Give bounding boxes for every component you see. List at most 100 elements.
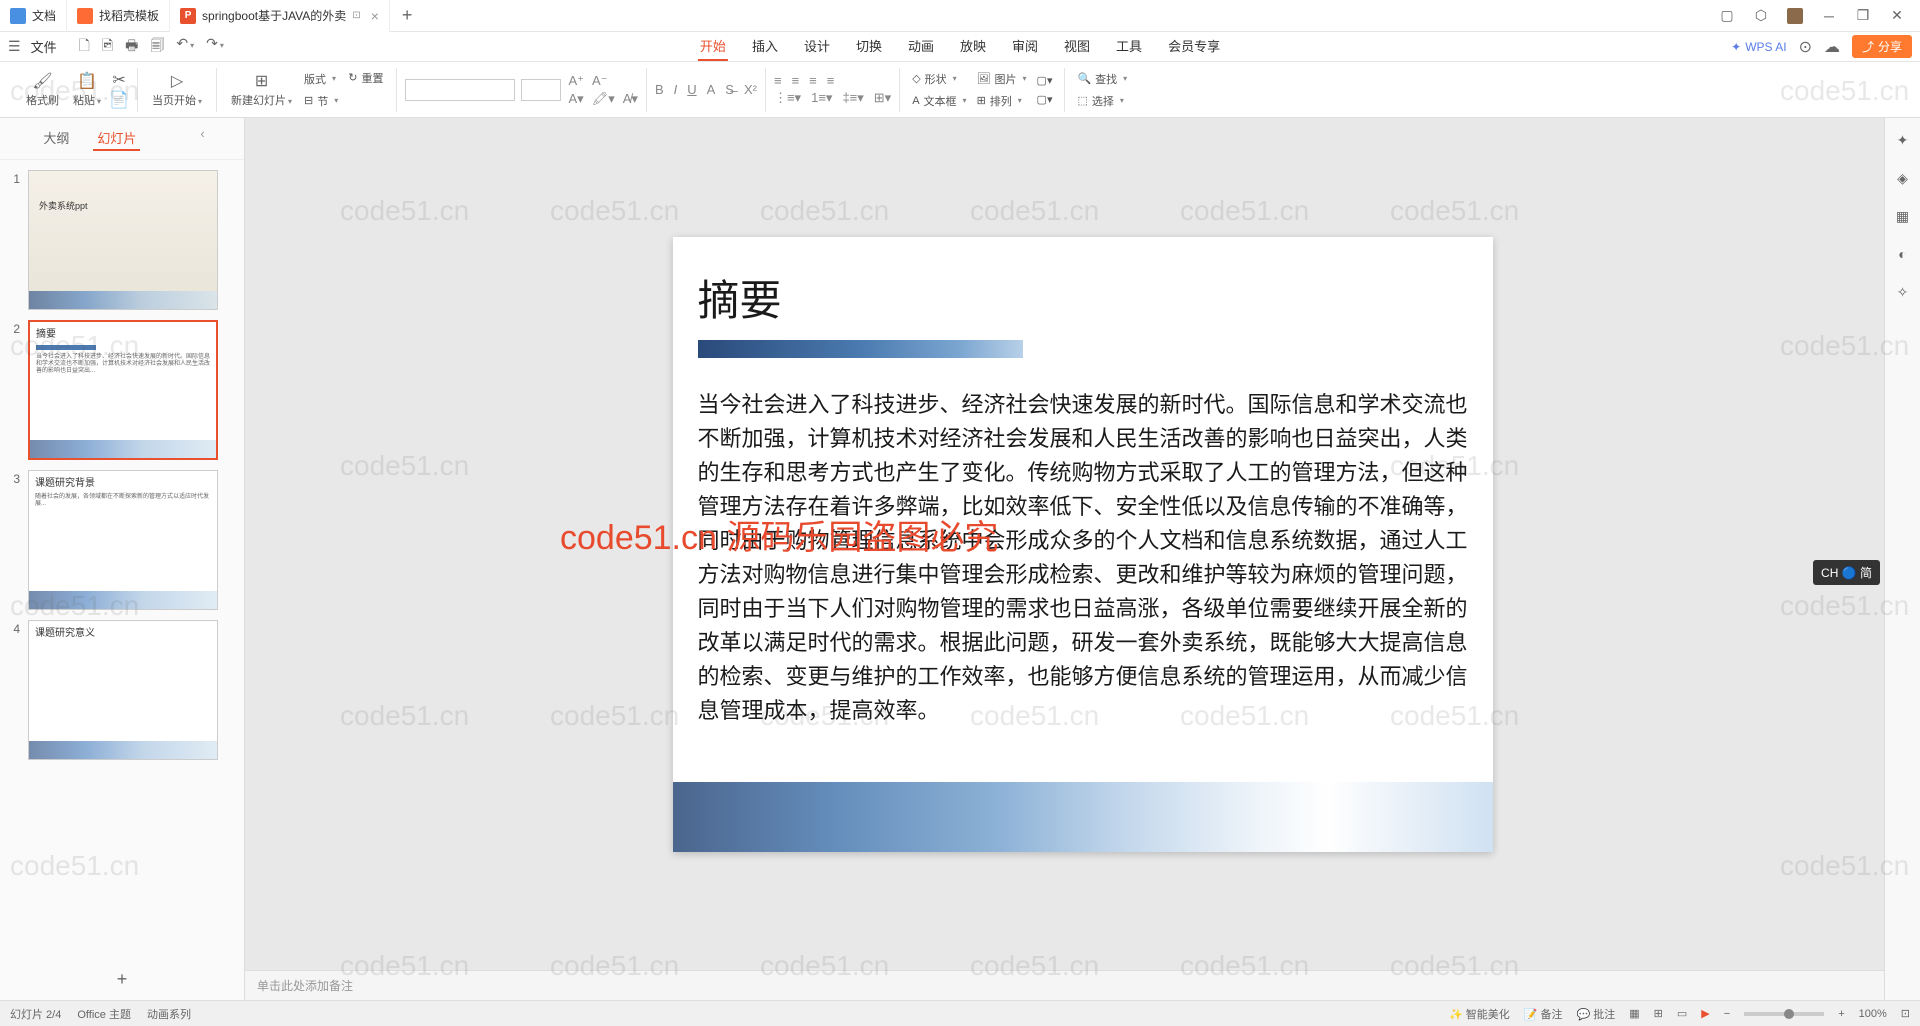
sidebar-tab-outline[interactable]: 大纲 xyxy=(39,126,73,151)
preview-icon[interactable]: 🗐 xyxy=(150,35,164,59)
ribbon-tools[interactable]: 工具 xyxy=(1114,32,1144,61)
tab-template[interactable]: 找稻壳模板 xyxy=(67,0,170,32)
slide-thumb-1[interactable]: 外卖系统ppt xyxy=(28,170,218,310)
tab-doc[interactable]: 文档 xyxy=(0,0,67,32)
new-slide-button[interactable]: ⊞ 新建幻灯片▾ xyxy=(225,70,298,110)
slide-thumb-3[interactable]: 课题研究背景 随着社会的发展，各领域都在不断探索新的管理方式以适应时代发展... xyxy=(28,470,218,610)
slide-canvas[interactable]: 摘要 当今社会进入了科技进步、经济社会快速发展的新时代。国际信息和学术交流也不断… xyxy=(245,118,1920,970)
ime-indicator[interactable]: CH 🔵 简 xyxy=(1813,560,1880,585)
outline-button[interactable]: ▢▾ xyxy=(1033,91,1057,108)
collapse-sidebar-icon[interactable]: ‹ xyxy=(200,126,204,151)
cube-icon[interactable]: ⬡ xyxy=(1753,8,1769,24)
sidebar-tab-slides[interactable]: 幻灯片 xyxy=(93,126,140,151)
share-button[interactable]: ⤴ 分享 xyxy=(1852,35,1912,58)
redo-icon[interactable]: ↷▾ xyxy=(206,35,224,59)
clear-format-icon[interactable]: A̸▾ xyxy=(623,91,638,107)
panel-design-icon[interactable]: ◈ xyxy=(1891,166,1915,190)
increase-font-icon[interactable]: A⁺ xyxy=(569,73,585,89)
align-justify-icon[interactable]: ≡ xyxy=(827,73,835,88)
export-icon[interactable]: 🖻 xyxy=(102,35,113,59)
hamburger-icon[interactable]: ☰ xyxy=(8,38,21,55)
search-icon[interactable]: ⊙ xyxy=(1799,37,1812,57)
shape-button[interactable]: ◇ 形状▾ xyxy=(908,69,970,89)
ribbon-design[interactable]: 设计 xyxy=(802,32,832,61)
zoom-level[interactable]: 100% xyxy=(1859,1008,1887,1020)
zoom-in-icon[interactable]: + xyxy=(1838,1008,1844,1020)
undo-icon[interactable]: ↶▾ xyxy=(176,35,194,59)
superscript-icon[interactable]: X² xyxy=(744,82,757,97)
panel-ai-icon[interactable]: ✦ xyxy=(1891,128,1915,152)
bullets-icon[interactable]: ⋮≡▾ xyxy=(774,90,801,106)
close-tab-icon[interactable]: × xyxy=(371,8,379,24)
font-size-input[interactable] xyxy=(521,79,561,101)
fit-icon[interactable]: ⊡ xyxy=(1901,1007,1910,1020)
file-menu[interactable]: 文件 xyxy=(31,37,57,56)
print-icon[interactable]: 🖶 xyxy=(125,35,138,59)
save-icon[interactable]: 🗋 xyxy=(79,35,90,59)
select-button[interactable]: ⬚ 选择▾ xyxy=(1073,91,1131,111)
paste-button[interactable]: 📋 粘贴▾ xyxy=(67,70,107,110)
strike-icon[interactable]: S̶ xyxy=(725,82,734,97)
copy-icon[interactable]: 📄 xyxy=(109,91,129,109)
font-color-icon[interactable]: A▾ xyxy=(569,91,584,107)
avatar-icon[interactable] xyxy=(1787,8,1803,24)
slide-thumb-4[interactable]: 课题研究意义 xyxy=(28,620,218,760)
align-left-icon[interactable]: ≡ xyxy=(774,73,782,88)
status-notes[interactable]: 📝 备注 xyxy=(1524,1006,1563,1022)
notes-bar[interactable]: 单击此处添加备注 xyxy=(245,970,1920,1000)
fill-button[interactable]: ▢▾ xyxy=(1033,72,1057,89)
ribbon-start[interactable]: 开始 xyxy=(698,32,728,61)
play-current-button[interactable]: ▷ 当页开始▾ xyxy=(146,70,208,110)
zoom-slider[interactable] xyxy=(1744,1012,1824,1016)
view-sorter-icon[interactable]: ⊞ xyxy=(1654,1007,1663,1020)
ribbon-slideshow[interactable]: 放映 xyxy=(958,32,988,61)
view-slideshow-icon[interactable]: ▶ xyxy=(1701,1007,1709,1020)
underline-icon[interactable]: U xyxy=(687,82,696,97)
ribbon-view[interactable]: 视图 xyxy=(1062,32,1092,61)
textbox-button[interactable]: A 文本框▾ xyxy=(908,91,970,111)
strikethrough-icon[interactable]: A xyxy=(707,82,716,97)
bold-icon[interactable]: B xyxy=(655,82,664,97)
ribbon-review[interactable]: 审阅 xyxy=(1010,32,1040,61)
align-center-icon[interactable]: ≡ xyxy=(792,73,800,88)
new-tab-button[interactable]: + xyxy=(390,5,425,26)
maximize-icon[interactable]: ❐ xyxy=(1855,8,1871,24)
ribbon-animation[interactable]: 动画 xyxy=(906,32,936,61)
tab-ppt[interactable]: P springboot基于JAVA的外卖 ⊡ × xyxy=(170,0,390,32)
view-reading-icon[interactable]: ▭ xyxy=(1677,1007,1687,1020)
line-spacing-icon[interactable]: ‡≡▾ xyxy=(842,90,863,106)
slide-title[interactable]: 摘要 xyxy=(698,267,1468,328)
close-window-icon[interactable]: ✕ xyxy=(1889,8,1905,24)
ribbon-insert[interactable]: 插入 xyxy=(750,32,780,61)
ribbon-transition[interactable]: 切换 xyxy=(854,32,884,61)
highlight-icon[interactable]: 🖍▾ xyxy=(592,91,615,107)
text-direction-icon[interactable]: ⊞▾ xyxy=(874,90,891,106)
numbering-icon[interactable]: 1≡▾ xyxy=(811,90,832,106)
font-family-input[interactable] xyxy=(405,79,515,101)
minimize-icon[interactable]: ─ xyxy=(1821,8,1837,24)
tab-dropdown-icon[interactable]: ⊡ xyxy=(352,10,360,21)
decrease-font-icon[interactable]: A⁻ xyxy=(592,73,608,89)
section-button[interactable]: ⊟ 节▾ xyxy=(300,91,342,111)
slide[interactable]: 摘要 当今社会进入了科技进步、经济社会快速发展的新时代。国际信息和学术交流也不断… xyxy=(673,237,1493,852)
wps-ai-button[interactable]: ✦ WPS AI xyxy=(1731,40,1786,54)
panel-template-icon[interactable]: ▦ xyxy=(1891,204,1915,228)
panel-material-icon[interactable]: ◐ xyxy=(1891,242,1915,266)
add-slide-button[interactable]: + xyxy=(0,959,244,1000)
image-button[interactable]: 🖼 图片▾ xyxy=(973,69,1031,89)
arrange-button[interactable]: ⊞ 排列▾ xyxy=(973,91,1031,111)
cloud-icon[interactable]: ☁ xyxy=(1824,37,1840,57)
layout-button[interactable]: 版式▾ xyxy=(300,69,342,89)
ribbon-member[interactable]: 会员专享 xyxy=(1166,32,1222,61)
zoom-out-icon[interactable]: − xyxy=(1724,1008,1730,1020)
panel-effect-icon[interactable]: ✧ xyxy=(1891,280,1915,304)
format-painter-button[interactable]: 🖌 格式刷 xyxy=(20,70,65,110)
align-right-icon[interactable]: ≡ xyxy=(809,73,817,88)
slide-body[interactable]: 当今社会进入了科技进步、经济社会快速发展的新时代。国际信息和学术交流也不断加强，… xyxy=(698,388,1468,729)
status-comments[interactable]: 💬 批注 xyxy=(1577,1006,1616,1022)
reset-button[interactable]: ↻ 重置 xyxy=(344,68,387,88)
view-normal-icon[interactable]: ▦ xyxy=(1629,1007,1639,1020)
find-button[interactable]: 🔍 查找▾ xyxy=(1073,69,1131,89)
panel-icon[interactable]: ▢ xyxy=(1719,8,1735,24)
italic-icon[interactable]: I xyxy=(674,82,678,97)
